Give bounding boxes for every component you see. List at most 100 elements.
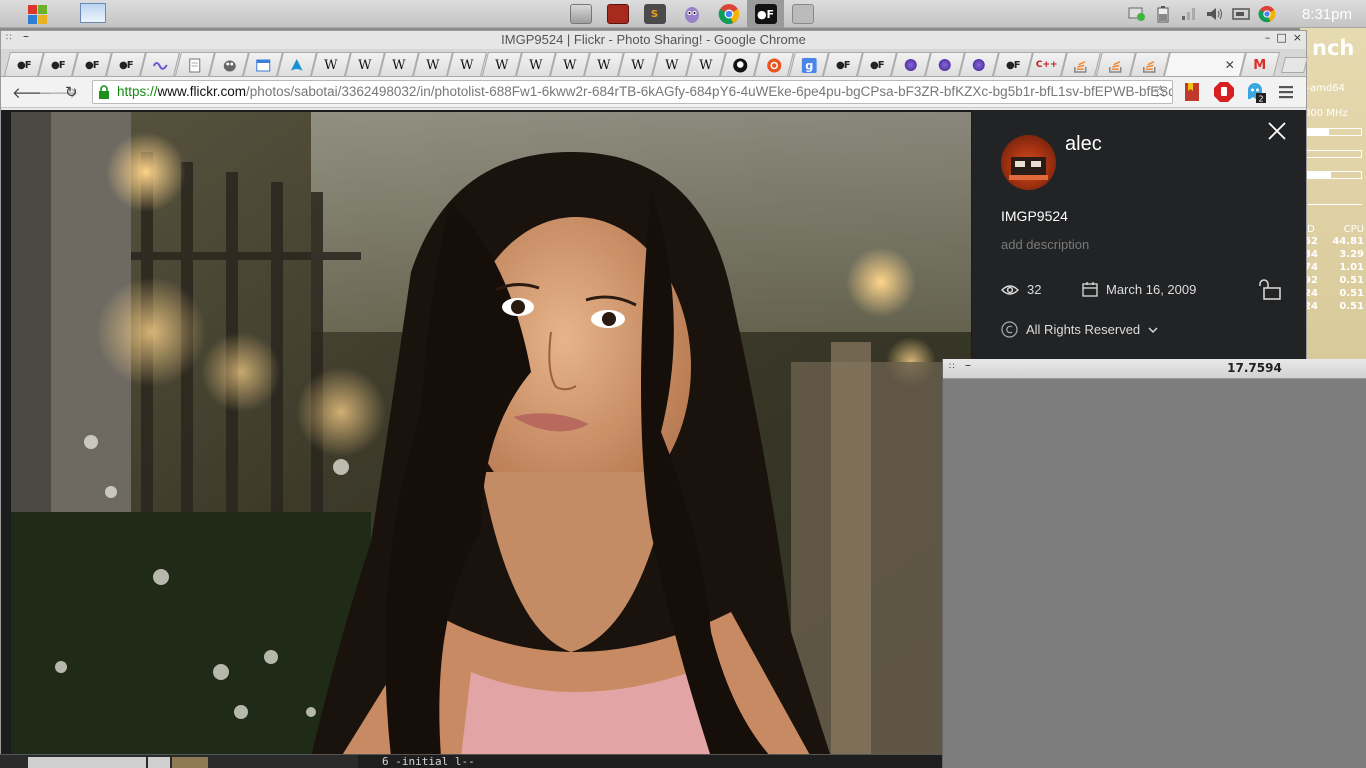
tab-strip: ●F ●F ●F ●F W W W W W W W W W W W Wg ●F ●F ●F C++ ✕ M [1,49,1309,77]
url-scheme: https:// [117,84,158,99]
chevron-down-icon [1148,327,1158,333]
purple-favicon-icon [971,57,987,73]
clock[interactable]: 8:31pm [1302,6,1352,23]
pidgin-launcher[interactable] [673,0,710,28]
tab-google[interactable]: g [788,52,829,76]
tab-close-icon: ✕ [1224,57,1235,72]
main-photo[interactable] [11,112,971,757]
network-icon[interactable] [1128,6,1146,22]
ext-badge: 2 [1258,95,1263,104]
wikipedia-favicon-icon: W [392,57,406,72]
sublime-text-icon: S [643,4,666,24]
address-bar[interactable]: https://www.flickr.com/photos/sabotai/33… [92,80,1173,104]
flickr-favicon-icon: ●F [85,59,99,70]
maximize-button[interactable]: □ [1276,31,1286,44]
minimize-button[interactable]: – [1265,31,1271,44]
conky-monitor: nch 4-amd64 000 MHz ID CPU 52 44.81 34 3.2… [1300,28,1366,360]
unlock-icon[interactable] [1258,278,1284,300]
reload-button[interactable]: ↻ [65,83,78,101]
chrome-launcher[interactable] [710,0,747,28]
flickr-favicon-icon: ●F [51,59,65,70]
flickr-favicon-icon: ●F [1006,59,1020,70]
photo-title[interactable]: IMGP9524 [1001,208,1068,224]
process-row: 24 0.51 [1304,288,1364,301]
process-row: 52 44.81 [1304,236,1364,249]
author-name[interactable]: alec [1065,133,1102,156]
show-desktop-icon[interactable] [80,3,106,23]
ubuntu-favicon-icon [766,57,782,73]
license-dropdown[interactable]: All Rights Reserved [1001,321,1158,338]
view-count: 32 [1001,282,1041,297]
conky-bar-swap [1306,171,1362,179]
tab-hp[interactable] [140,52,181,76]
wikipedia-favicon-icon: W [597,57,611,72]
fingerprint-launcher[interactable] [784,0,821,28]
conky-divider [1308,204,1362,205]
adblock-extension-icon[interactable] [1213,81,1235,103]
date-value[interactable]: March 16, 2009 [1106,282,1196,297]
close-window-button[interactable]: × [1293,31,1302,44]
process-cpu: 0.51 [1339,301,1364,312]
bookmark-extension-icon[interactable] [1182,81,1204,103]
files-launcher[interactable] [562,0,599,28]
tab-so[interactable] [1061,52,1102,76]
purple-favicon-icon [903,57,919,73]
folder-icon [569,4,592,24]
media-launcher[interactable] [599,0,636,28]
tab-so[interactable] [1095,52,1136,76]
tab-active[interactable]: ✕ [1163,52,1246,76]
flickr-favicon-icon: ●F [869,59,884,70]
window-titlebar[interactable]: ∷ – IMGP9524 | Flickr - Photo Sharing! -… [1,29,1306,49]
conky-process-list: 52 44.81 34 3.29 74 1.01 92 0.51 24 0.51 24 0.… [1304,236,1364,314]
doc-favicon-icon [186,57,202,73]
google-favicon-icon: g [800,57,816,73]
signal-icon[interactable] [1180,6,1198,22]
flickr-launcher[interactable]: ●F [747,0,784,28]
views-value: 32 [1027,282,1042,297]
chrome-menu-icon[interactable] [1278,84,1300,106]
process-cpu: 1.01 [1339,262,1364,273]
battery-icon[interactable] [1154,6,1172,23]
applications-menu-icon[interactable] [26,3,48,25]
process-row: 24 0.51 [1304,301,1364,314]
desktop: S ●F 8:31pm nch 4-amd64 000 MHz ID CPU 5… [0,0,1366,768]
display-icon[interactable] [1232,6,1250,22]
conky-process-header: ID CPU [1304,224,1364,235]
ghostery-extension-icon[interactable]: 2 [1244,81,1266,104]
license-value: All Rights Reserved [1026,322,1141,337]
close-icon[interactable] [1268,122,1286,140]
cpp-favicon-icon: C++ [1036,59,1059,70]
overlay-window: ∷ – 17.7594 [942,358,1366,768]
tab-w[interactable]: W [481,52,522,76]
cpu-header: CPU [1343,224,1364,235]
wikipedia-favicon-icon: W [460,57,475,72]
media-player-icon [606,4,629,24]
tab-doc[interactable] [174,52,215,76]
new-tab-button[interactable] [1280,57,1309,73]
window-title: IMGP9524 | Flickr - Photo Sharing! - Goo… [501,32,806,47]
overlay-titlebar[interactable]: ∷ – 17.7594 [943,358,1366,379]
tab-gmail[interactable]: M [1239,52,1280,76]
avatar[interactable] [1001,135,1056,190]
url-text: https://www.flickr.com/photos/sabotai/33… [117,84,1172,99]
chrome-icon[interactable] [1258,5,1276,23]
bottom-panel: 6 -initial l-- [0,754,942,768]
bottom-panel-segment [28,757,146,768]
process-row: 74 1.01 [1304,262,1364,275]
github-favicon-icon [732,57,748,73]
tab-ubuntu[interactable] [754,52,795,76]
wikipedia-favicon-icon: W [494,57,509,72]
sublime-launcher[interactable]: S [636,0,673,28]
overlay-title-value: 17.7594 [1227,361,1282,375]
volume-icon[interactable] [1206,6,1224,22]
system-top-panel: S ●F 8:31pm [0,0,1366,28]
taskbar-launchers: S ●F [562,0,821,28]
wikipedia-favicon-icon: W [324,57,338,72]
add-description-field[interactable]: add description [1001,237,1089,252]
bookmark-star-icon[interactable]: ☆ [1153,82,1168,102]
conky-brand: nch [1312,36,1355,60]
arch-favicon-icon [289,57,305,73]
copyright-icon [1001,321,1018,338]
flickr-favicon-icon: ●F [119,59,134,70]
tab-w[interactable]: W [447,52,488,76]
